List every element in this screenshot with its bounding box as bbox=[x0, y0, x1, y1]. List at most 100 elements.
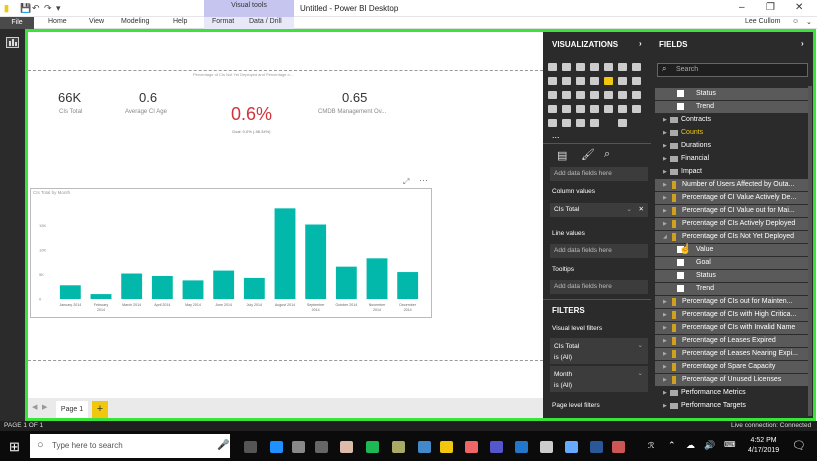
report-canvas[interactable]: Percentage of CIs Not Yet Deployed and P… bbox=[28, 32, 543, 398]
field-table-row[interactable]: ▶ Performance Targets bbox=[655, 400, 808, 412]
tab-format[interactable]: Format bbox=[212, 18, 234, 25]
expand-icon[interactable]: ▶ bbox=[663, 127, 667, 139]
powerbi-icon[interactable] bbox=[440, 441, 453, 453]
stacked-bar-visual-icon[interactable] bbox=[548, 63, 557, 71]
powerpoint-icon[interactable] bbox=[612, 441, 625, 453]
map-visual-icon[interactable] bbox=[590, 91, 599, 99]
multirow-card-visual-icon[interactable] bbox=[562, 105, 571, 113]
bar[interactable] bbox=[90, 294, 112, 299]
expand-icon[interactable]: ▶ bbox=[663, 179, 667, 191]
more-options-icon[interactable]: ⋯ bbox=[419, 175, 428, 186]
expand-icon[interactable]: ▶ bbox=[663, 192, 667, 204]
undo-icon[interactable]: ↶ bbox=[32, 3, 40, 14]
prev-page-icon[interactable]: ◀ bbox=[32, 403, 37, 411]
tooltips-well[interactable]: Add data fields here bbox=[550, 280, 648, 294]
bar[interactable] bbox=[151, 275, 173, 299]
bar[interactable] bbox=[59, 285, 81, 299]
field-checkbox-row[interactable]: Value bbox=[655, 244, 808, 256]
field-checkbox-row[interactable]: Trend bbox=[655, 283, 808, 295]
store-icon[interactable] bbox=[315, 441, 328, 453]
bar[interactable] bbox=[121, 273, 143, 299]
line-clustered-visual-icon[interactable] bbox=[590, 77, 599, 85]
pie-visual-icon[interactable] bbox=[548, 91, 557, 99]
field-dropdown-icon[interactable]: ⌄ bbox=[627, 203, 632, 217]
field-checkbox-row[interactable]: Goal bbox=[655, 257, 808, 269]
line-column-visual-icon[interactable] bbox=[576, 77, 585, 85]
field-measure-row[interactable]: ◢ Percentage of CIs Not Yet Deployed bbox=[655, 231, 808, 243]
custom-visual-icon[interactable] bbox=[562, 119, 571, 127]
field-measure-row[interactable]: ▶ Percentage of CIs with High Critica... bbox=[655, 309, 808, 321]
chrome-icon[interactable] bbox=[340, 441, 353, 453]
field-checkbox[interactable] bbox=[677, 272, 684, 279]
field-checkbox[interactable] bbox=[677, 285, 684, 292]
bar[interactable] bbox=[397, 272, 419, 299]
treemap-visual-icon[interactable] bbox=[576, 91, 585, 99]
tab-modeling[interactable]: Modeling bbox=[121, 18, 149, 25]
field-checkbox-row[interactable]: Trend bbox=[655, 101, 808, 113]
focus-mode-icon[interactable]: ⤢ bbox=[403, 177, 409, 187]
expand-icon[interactable]: ▶ bbox=[663, 322, 667, 334]
photos-icon[interactable] bbox=[392, 441, 405, 453]
expand-icon[interactable]: ▶ bbox=[663, 296, 667, 308]
field-measure-row[interactable]: ▶ Number of Users Affected by Outa... bbox=[655, 179, 808, 191]
system-clock[interactable]: 4:52 PM 4/17/2019 bbox=[748, 436, 779, 456]
expand-icon[interactable]: ▶ bbox=[663, 348, 667, 360]
chevron-down-icon[interactable]: ⌄ bbox=[806, 18, 812, 26]
outlook-icon[interactable] bbox=[515, 441, 528, 453]
waterfall-visual-icon[interactable] bbox=[618, 77, 627, 85]
expand-icon[interactable]: ▶ bbox=[663, 387, 667, 399]
bar-chart-visual[interactable]: CIs Total by Month 0 5K 10K 15K January 2014… bbox=[30, 188, 432, 318]
edge-icon[interactable] bbox=[270, 441, 283, 453]
gauge-visual-icon[interactable] bbox=[632, 91, 641, 99]
stacked-area-visual-icon[interactable] bbox=[562, 77, 571, 85]
user-name[interactable]: Lee Cullom bbox=[745, 18, 780, 25]
more-visuals-icon[interactable]: ... bbox=[552, 130, 560, 140]
expand-icon[interactable]: ▶ bbox=[663, 361, 667, 373]
python-visual-visual-icon[interactable] bbox=[548, 119, 557, 127]
taskbar-search-input[interactable]: Type here to search bbox=[30, 434, 230, 458]
restore-button[interactable]: ❐ bbox=[766, 2, 775, 13]
slicer-visual-icon[interactable] bbox=[590, 105, 599, 113]
line-visual-icon[interactable] bbox=[632, 63, 641, 71]
firefox-icon[interactable] bbox=[465, 441, 478, 453]
field-measure-row[interactable]: ▶ Percentage of CIs Actively Deployed bbox=[655, 218, 808, 230]
expand-icon[interactable]: ▶ bbox=[663, 205, 667, 217]
word-icon[interactable] bbox=[590, 441, 603, 453]
expand-icon[interactable]: ▶ bbox=[663, 335, 667, 347]
field-table-row[interactable]: ▶ Performance Metrics bbox=[655, 387, 808, 399]
field-checkbox[interactable] bbox=[677, 90, 684, 97]
chevron-up-icon[interactable]: ⌃ bbox=[668, 440, 676, 451]
filter-expand-icon[interactable]: ⌄ bbox=[638, 368, 643, 379]
expand-icon[interactable]: ▶ bbox=[663, 218, 667, 230]
expand-icon[interactable]: ▶ bbox=[663, 374, 667, 386]
collapse-fields-icon[interactable]: › bbox=[801, 39, 804, 48]
help-icon[interactable]: ☺ bbox=[792, 18, 799, 25]
microphone-icon[interactable]: 🎤 bbox=[217, 440, 229, 451]
expand-icon[interactable]: ▶ bbox=[663, 114, 667, 126]
tab-page-1[interactable]: Page 1 bbox=[56, 401, 88, 418]
kpi-visual-icon[interactable] bbox=[576, 105, 585, 113]
collapse-visualizations-icon[interactable]: › bbox=[639, 39, 642, 48]
volume-icon[interactable]: 🔊 bbox=[704, 440, 715, 451]
network-icon[interactable]: ☁ bbox=[686, 440, 695, 451]
tab-file[interactable]: File bbox=[0, 17, 34, 29]
field-measure-row[interactable]: ▶ Percentage of CIs with Invalid Name bbox=[655, 322, 808, 334]
field-checkbox[interactable] bbox=[677, 259, 684, 266]
visual-visual-icon[interactable] bbox=[604, 119, 613, 127]
mail-icon[interactable] bbox=[292, 441, 305, 453]
settings-icon[interactable] bbox=[540, 441, 553, 453]
line-values-well[interactable]: Add data fields here bbox=[550, 244, 648, 258]
clustered-bar-visual-icon[interactable] bbox=[576, 63, 585, 71]
bar[interactable] bbox=[243, 277, 265, 299]
filter-card-month[interactable]: Month is (All) ⌄ bbox=[550, 366, 648, 392]
people-icon[interactable]: ℛ bbox=[648, 441, 654, 450]
field-measure-row[interactable]: ▶ Percentage of Leases Expired bbox=[655, 335, 808, 347]
expand-icon[interactable]: ▶ bbox=[663, 309, 667, 321]
clustered-column-visual-icon[interactable] bbox=[590, 63, 599, 71]
keyboard-icon[interactable]: ⌨ bbox=[724, 440, 736, 449]
filled-map-visual-icon[interactable] bbox=[604, 91, 613, 99]
r-visual-visual-icon[interactable] bbox=[632, 105, 641, 113]
bar[interactable] bbox=[182, 280, 204, 299]
table-visual-icon[interactable] bbox=[604, 105, 613, 113]
expand-icon[interactable]: ▶ bbox=[663, 153, 667, 165]
